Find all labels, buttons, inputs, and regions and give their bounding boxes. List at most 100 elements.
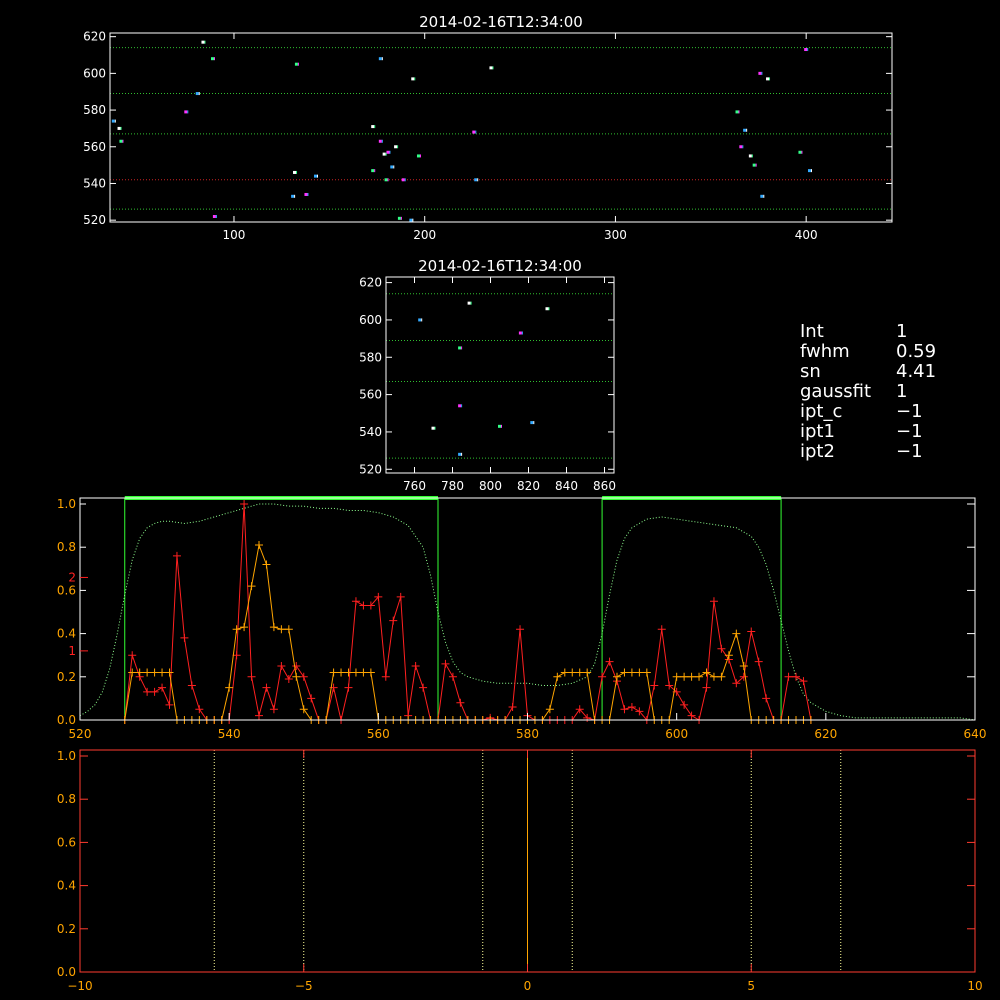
data-point xyxy=(304,192,308,196)
data-point xyxy=(401,178,405,182)
info-value: −1 xyxy=(896,421,923,442)
y-tick-label: 560 xyxy=(359,388,382,402)
x-tick-label: 780 xyxy=(441,479,464,493)
data-point-edge xyxy=(114,119,116,123)
data-point-edge xyxy=(751,154,753,158)
info-row: sn 4.41 xyxy=(800,362,936,382)
data-point-edge xyxy=(501,424,502,428)
data-point-edge xyxy=(742,145,744,149)
y-tick-label: 0.8 xyxy=(57,792,76,806)
info-key: ipt1 xyxy=(800,421,835,442)
y-tick-label: 520 xyxy=(359,462,382,476)
data-point xyxy=(489,66,493,70)
data-point-edge xyxy=(414,77,416,81)
data-point-edge xyxy=(296,170,298,174)
data-point xyxy=(798,150,802,154)
data-point xyxy=(458,452,462,456)
data-point xyxy=(498,424,501,428)
data-point xyxy=(743,128,747,132)
data-point xyxy=(467,301,471,305)
data-point-edge xyxy=(120,126,122,130)
info-row: Int 1 xyxy=(800,322,936,342)
data-point xyxy=(390,165,394,169)
info-row: ipt_c −1 xyxy=(800,402,936,422)
y2-tick-label: 2 xyxy=(68,570,76,584)
data-point xyxy=(111,119,115,123)
data-point xyxy=(416,154,420,158)
x-tick-label: 840 xyxy=(555,479,578,493)
info-row: ipt1 −1 xyxy=(800,422,936,442)
data-point-edge xyxy=(475,130,477,134)
y-tick-label: 0.0 xyxy=(57,965,76,979)
info-key: sn xyxy=(800,361,821,382)
data-point xyxy=(518,331,522,335)
data-point-edge xyxy=(187,110,189,114)
data-point xyxy=(807,169,811,173)
info-value: −1 xyxy=(896,401,923,422)
data-point xyxy=(735,110,739,114)
data-point-edge xyxy=(204,40,206,44)
info-key: ipt_c xyxy=(800,401,843,422)
x-tick-label: 200 xyxy=(413,228,436,242)
y-tick-label: 540 xyxy=(83,176,106,190)
data-point-edge xyxy=(801,150,803,154)
data-point-edge xyxy=(381,139,383,143)
data-point-edge xyxy=(461,404,463,408)
x-tick-label: 600 xyxy=(665,727,688,741)
y-tick-label: 580 xyxy=(83,103,106,117)
data-point-edge xyxy=(316,174,318,178)
data-point xyxy=(184,110,188,114)
info-value: 4.41 xyxy=(896,361,937,382)
data-point-edge xyxy=(213,57,215,61)
y-tick-label: 0.4 xyxy=(57,627,76,641)
x-tick-label: 760 xyxy=(403,479,426,493)
data-point xyxy=(397,216,401,220)
data-point-edge xyxy=(381,57,383,61)
data-point-edge xyxy=(533,421,535,425)
data-point-edge xyxy=(374,169,376,173)
info-value: 1 xyxy=(896,321,908,342)
x-tick-label: 800 xyxy=(479,479,502,493)
data-point xyxy=(545,307,549,311)
y-tick-label: 600 xyxy=(359,313,382,327)
data-point xyxy=(418,318,422,322)
data-point xyxy=(386,150,390,154)
y-tick-label: 520 xyxy=(83,213,106,227)
x-tick-label: 820 xyxy=(517,479,540,493)
data-point xyxy=(458,404,462,408)
data-point xyxy=(804,48,808,52)
data-point-edge xyxy=(470,301,472,305)
data-point-edge xyxy=(374,125,376,129)
data-point-edge xyxy=(198,92,200,96)
x-tick-label: 100 xyxy=(223,228,246,242)
data-point xyxy=(752,163,756,167)
x-tick-label: −5 xyxy=(295,979,313,993)
parameter-readout: Int 1 fwhm 0.59 sn 4.41 gaussfit 1 ipt_c −1 ipt1 −1… xyxy=(800,322,936,462)
data-point xyxy=(293,170,297,174)
y-tick-label: 580 xyxy=(359,350,382,364)
data-point xyxy=(371,125,375,129)
data-point-edge xyxy=(393,165,395,169)
data-point xyxy=(431,426,435,430)
data-point xyxy=(119,139,123,143)
data-point-edge xyxy=(461,346,463,350)
data-point-edge xyxy=(400,216,402,220)
x-tick-label: 10 xyxy=(967,979,982,993)
info-key: Int xyxy=(800,321,824,342)
info-key: ipt2 xyxy=(800,441,835,462)
data-point-edge xyxy=(307,192,309,196)
x-tick-label: 300 xyxy=(604,228,627,242)
data-point xyxy=(739,145,743,149)
info-row: ipt2 −1 xyxy=(800,442,936,462)
data-point xyxy=(766,77,770,81)
data-point xyxy=(294,62,298,66)
panel-title: 2014-02-16T12:34:00 xyxy=(418,257,582,275)
data-point-edge xyxy=(421,318,423,322)
data-point xyxy=(201,40,205,44)
data-point-edge xyxy=(738,110,740,114)
data-point xyxy=(411,77,415,81)
data-point-edge xyxy=(807,48,809,52)
data-point-edge xyxy=(521,331,523,335)
data-point-edge xyxy=(746,128,748,132)
data-point-edge xyxy=(404,178,406,182)
